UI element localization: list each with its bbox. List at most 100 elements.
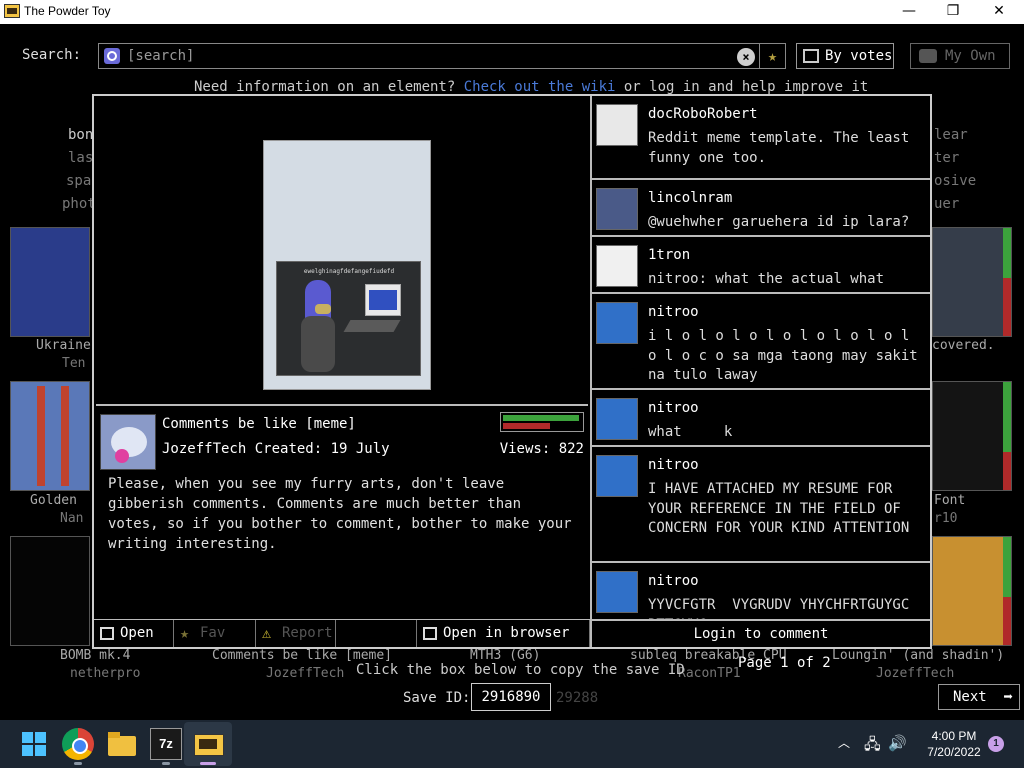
bg-save-id: 29288 [556, 690, 599, 706]
chrome-icon[interactable] [62, 728, 94, 760]
seven-zip-icon[interactable]: 7z [150, 728, 182, 760]
active-indicator [200, 762, 216, 765]
powder-toy-canvas: Search: [search] × ★ By votes My Own Nee… [0, 24, 1024, 720]
notification-badge[interactable]: 1 [988, 736, 1004, 752]
save-author[interactable]: JozeffTech [162, 441, 246, 457]
bg-save-thumbnail[interactable] [10, 381, 90, 491]
bg-save-author: JozeffTech [876, 666, 955, 681]
author-avatar[interactable] [100, 414, 156, 470]
upvote-fill [503, 415, 580, 421]
volume-icon[interactable]: 🔊 [888, 734, 907, 752]
bg-save-thumbnail[interactable] [932, 381, 1012, 491]
wiki-info-line: Need information on an element? Check ou… [194, 79, 869, 95]
bg-save-thumbnail[interactable] [932, 227, 1012, 337]
bg-save-author: RaconTP1 [678, 666, 741, 681]
show-hidden-icons-chevron[interactable]: ︿ [838, 734, 850, 751]
comment-text: YYVCFGTR VYGRUDV YHYCHFRTGUYGC RTTGYYG [648, 597, 910, 620]
wiki-link[interactable]: Check out the wiki [464, 79, 616, 95]
search-placeholder: [search] [127, 48, 195, 64]
my-own-button[interactable]: My Own [910, 43, 1010, 69]
open-button[interactable]: Open [94, 620, 174, 647]
commenter-avatar[interactable] [596, 188, 638, 230]
comment-text: what k [648, 424, 733, 440]
meme-caption: ewelghinagfdefangefiudefd [303, 268, 395, 275]
report-button[interactable]: ⚠ Report [256, 620, 336, 647]
comment-item: nitroo YYVCFGTR VYGRUDV YHYCHFRTGUYGC RTT… [592, 563, 930, 620]
comment-username[interactable]: nitroo [648, 457, 699, 473]
bg-save-thumbnail[interactable] [10, 536, 90, 646]
save-thumbnail: ewelghinagfdefangefiudefd [263, 140, 431, 390]
save-id-box[interactable]: 2916890 [471, 683, 551, 711]
search-input[interactable]: [search] × ★ [98, 43, 786, 69]
bg-save-thumbnail[interactable] [10, 227, 90, 337]
login-to-comment-button[interactable]: Login to comment [592, 620, 930, 647]
arrow-right-icon: ➡ [1003, 687, 1013, 706]
search-icon [104, 48, 120, 64]
downvote-fill [503, 423, 550, 429]
window-title-bar: The Powder Toy — ❐ ✕ [0, 0, 1024, 24]
open-in-browser-button[interactable]: Open in browser [416, 620, 590, 647]
bg-fragment: osive [934, 173, 977, 189]
open-icon [423, 627, 437, 640]
commenter-avatar[interactable] [596, 455, 638, 497]
file-explorer-icon[interactable] [106, 728, 138, 760]
comment-item: docRoboRobert Reddit meme template. The l… [592, 96, 930, 180]
comment-username[interactable]: docRoboRobert [648, 106, 758, 122]
bg-save-name: Ukraine [36, 338, 91, 353]
minimize-button[interactable]: — [886, 0, 932, 24]
comment-username[interactable]: nitroo [648, 400, 699, 416]
commenter-avatar[interactable] [596, 245, 638, 287]
bg-save-author: Ten [62, 356, 86, 371]
commenter-avatar[interactable] [596, 104, 638, 146]
meme-image: ewelghinagfdefangefiudefd [276, 261, 421, 376]
fav-button[interactable]: ★ Fav [174, 620, 256, 647]
running-indicator [162, 762, 170, 765]
star-icon: ★ [180, 624, 190, 642]
views-count: Views: 822 [499, 441, 584, 457]
bg-save-name: Loungin' (and shadin') [832, 648, 1005, 663]
comment-username[interactable]: lincolnram [648, 190, 732, 206]
save-meta: JozeffTech Created: 19 July [162, 441, 390, 457]
clock[interactable]: 4:00 PM 7/20/2022 [920, 728, 988, 760]
comment-item: lincolnram @wuehwher garuehera id ip lara… [592, 180, 930, 237]
next-page-button[interactable]: Next ➡ [938, 684, 1020, 710]
taskbar: 7z ︿ 🖧 🔊 4:00 PM 7/20/2022 [0, 720, 1024, 768]
commenter-avatar[interactable] [596, 571, 638, 613]
comment-item: nitroo I HAVE ATTACHED MY RESUME FOR YOUR… [592, 447, 930, 563]
clear-search-icon[interactable]: × [737, 48, 755, 66]
window-title: The Powder Toy [24, 4, 111, 18]
comment-text: I HAVE ATTACHED MY RESUME FOR YOUR REFER… [648, 481, 910, 536]
clock-date: 7/20/2022 [927, 745, 981, 759]
commenter-avatar[interactable] [596, 398, 638, 440]
bg-save-author: r10 [934, 511, 958, 526]
powder-toy-taskbar-icon[interactable] [192, 728, 224, 760]
bg-fragment: bon [68, 127, 94, 143]
warning-icon: ⚠ [262, 624, 272, 642]
comment-username[interactable]: nitroo [648, 573, 699, 589]
bg-save-name: Comments be like [meme] [212, 648, 393, 663]
save-id-label: Save ID: [403, 690, 471, 706]
comment-text: Reddit meme template. The least funny on… [648, 130, 918, 166]
network-icon[interactable]: 🖧 [864, 734, 881, 759]
save-info-panel: Comments be like [meme] JozeffTech Creat… [96, 408, 590, 618]
bg-fragment: spa [66, 173, 92, 189]
commenter-avatar[interactable] [596, 302, 638, 344]
sort-by-votes-button[interactable]: By votes [796, 43, 894, 69]
search-label: Search: [22, 47, 82, 63]
favorites-star-icon[interactable]: ★ [759, 44, 785, 68]
comment-item: nitroo i l o l o l o l o l o l o l o l o … [592, 294, 930, 390]
comment-username[interactable]: 1tron [648, 247, 690, 263]
close-button[interactable]: ✕ [976, 0, 1022, 24]
windows-start-icon[interactable] [18, 728, 50, 760]
save-preview-area: ewelghinagfdefangefiudefd [96, 98, 588, 406]
folder-icon [919, 49, 937, 63]
running-indicator [74, 762, 82, 765]
comment-item: nitroo what k [592, 390, 930, 447]
comment-username[interactable]: nitroo [648, 304, 699, 320]
comments-list[interactable]: docRoboRobert Reddit meme template. The l… [592, 96, 930, 620]
maximize-button[interactable]: ❐ [930, 0, 976, 24]
bg-save-name: Font [934, 493, 966, 508]
bg-save-thumbnail[interactable] [932, 536, 1012, 646]
sort-label: By votes [825, 48, 893, 64]
bg-fragment: las [68, 150, 94, 166]
